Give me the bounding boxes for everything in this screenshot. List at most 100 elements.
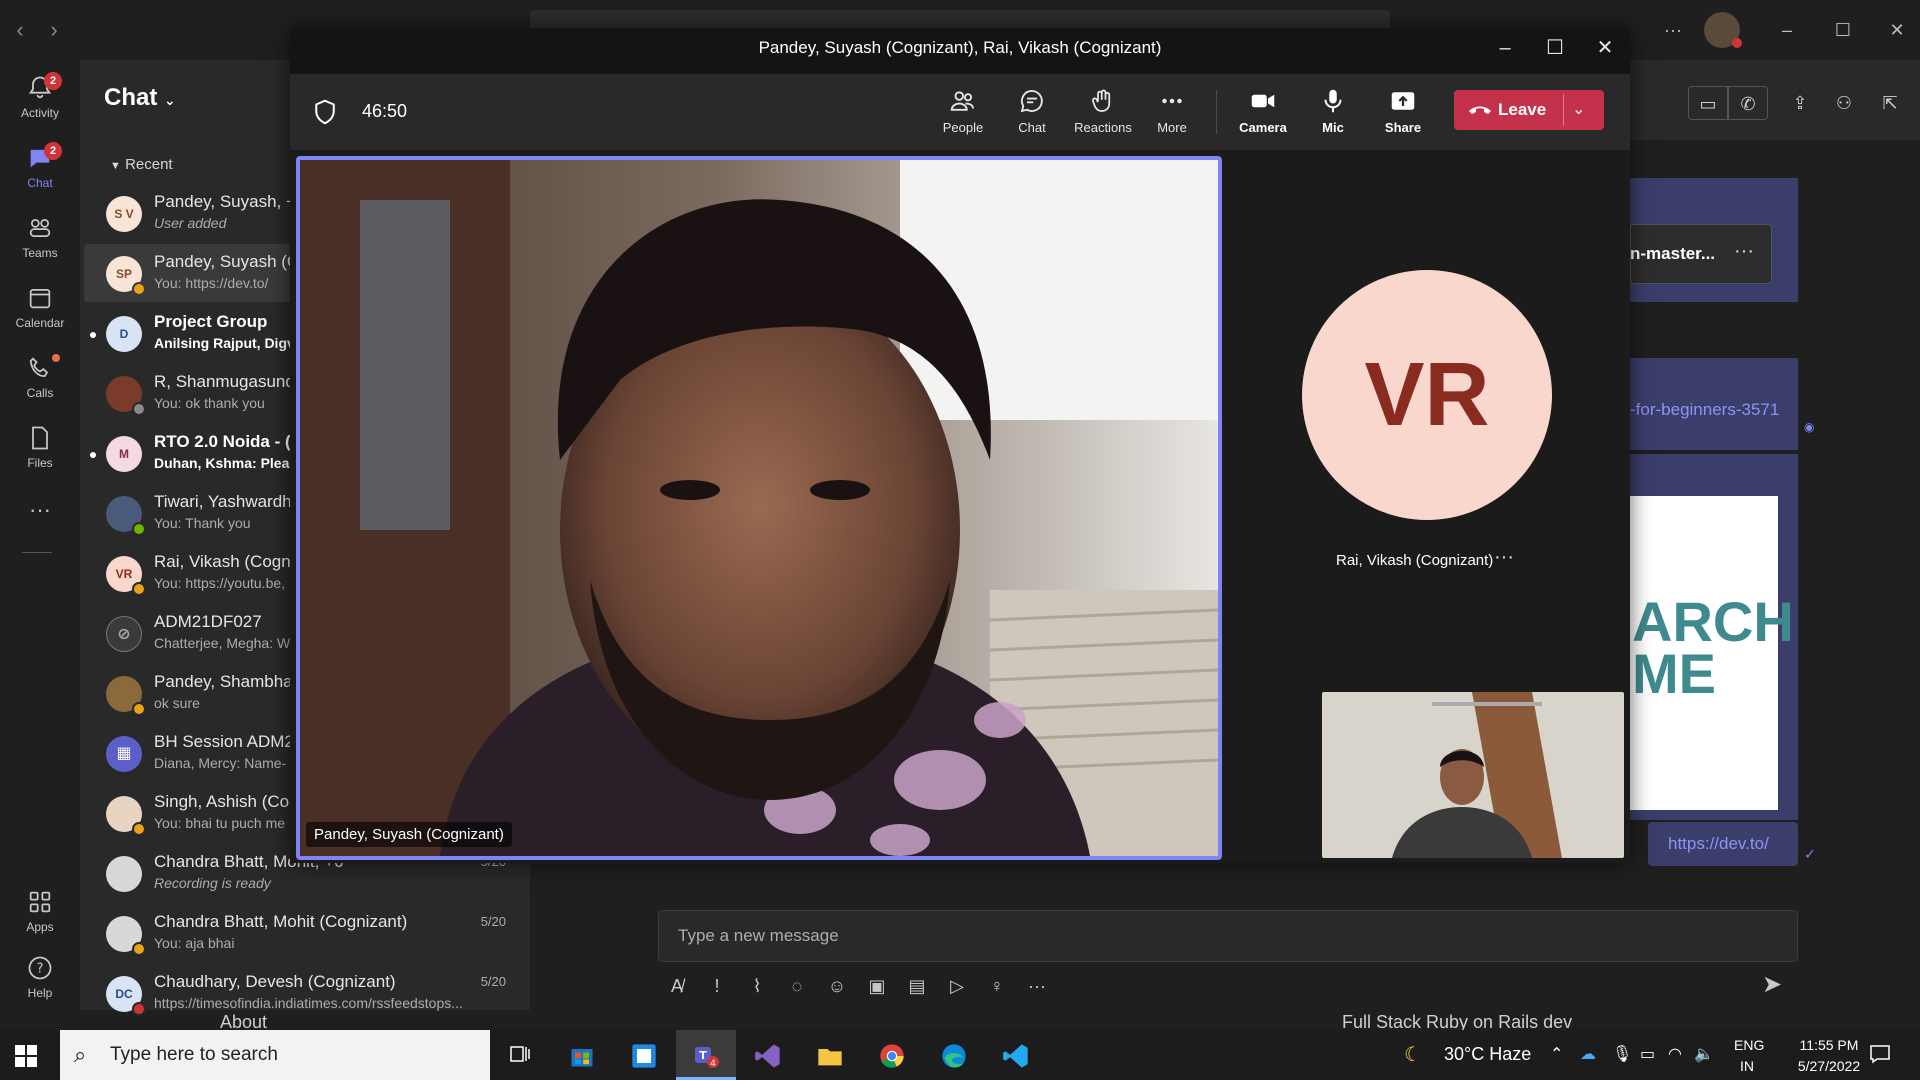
language-indicator[interactable]: ENG — [1734, 1037, 1764, 1053]
chat-name: Project Group — [154, 312, 268, 331]
rail-files[interactable]: Files — [0, 416, 80, 480]
store-icon — [571, 1049, 593, 1067]
video-call-icon[interactable]: ▭ — [1688, 86, 1728, 120]
stream-icon[interactable]: ▷ — [940, 972, 974, 1000]
schedule-meeting-icon[interactable]: ▤ — [900, 972, 934, 1000]
important-icon[interactable]: ! — [700, 972, 734, 1000]
chevron-down-icon: ⌄ — [164, 92, 176, 108]
leave-options-chevron-icon[interactable]: ⌄ — [1572, 99, 1585, 119]
add-people-icon[interactable]: ⚇ — [1824, 86, 1864, 120]
minimize-icon[interactable]: – — [1770, 16, 1804, 44]
folder-icon — [818, 1049, 842, 1066]
rail-calendar[interactable]: Calendar — [0, 276, 80, 340]
chat-name: Pandey, Shambhav — [154, 672, 302, 691]
wifi-icon[interactable]: ◠ — [1668, 1044, 1682, 1064]
battery-icon[interactable]: ▭ — [1640, 1044, 1655, 1064]
rail-apps[interactable]: Apps — [0, 880, 80, 944]
more-dots-icon — [1162, 98, 1182, 104]
more-options-icon[interactable]: ··· — [1656, 16, 1690, 44]
apps-grid-icon — [29, 891, 51, 913]
more-button[interactable]: More — [1137, 86, 1207, 142]
taskbar-visual-studio[interactable] — [738, 1030, 798, 1080]
maximize-icon[interactable]: ☐ — [1826, 16, 1860, 44]
participant-more-icon[interactable]: ··· — [1494, 546, 1514, 569]
chat-preview: Anilsing Rajput, Digv — [154, 335, 295, 351]
chat-name: Chaudhary, Devesh (Cognizant) — [154, 972, 396, 991]
taskbar-app-blue[interactable] — [614, 1030, 674, 1080]
taskbar-file-explorer[interactable] — [800, 1030, 860, 1080]
loop-icon[interactable]: ◌ — [780, 972, 814, 1000]
pop-out-icon[interactable]: ⇱ — [1870, 86, 1910, 120]
more-actions-icon[interactable]: ··· — [1020, 972, 1054, 1000]
meeting-minimize-icon[interactable]: – — [1488, 34, 1522, 62]
rail-teams[interactable]: Teams — [0, 206, 80, 270]
list-item[interactable]: Chandra Bhatt, Mohit (Cognizant) You: aj… — [84, 904, 530, 962]
praise-icon[interactable]: ♀ — [980, 972, 1014, 1000]
chat-list-title[interactable]: Chat ⌄ — [104, 84, 176, 112]
camera-button[interactable]: Camera — [1228, 86, 1298, 142]
avatar: S V — [106, 196, 142, 232]
taskbar-chrome[interactable] — [862, 1030, 922, 1080]
chat-name: ADM21DF027 — [154, 612, 262, 631]
calendar-icon — [29, 288, 51, 309]
taskbar-edge[interactable] — [924, 1030, 984, 1080]
onedrive-cloud-icon[interactable]: ☁ — [1580, 1044, 1596, 1064]
microphone-tray-icon[interactable]: 🎙 — [1612, 1044, 1632, 1064]
close-icon[interactable]: ✕ — [1880, 16, 1914, 44]
windows-start-icon[interactable] — [14, 1044, 38, 1068]
rail-calls[interactable]: Calls — [0, 346, 80, 410]
back-arrow-icon[interactable]: ‹ — [10, 18, 30, 42]
taskbar-teams[interactable]: T4 — [676, 1030, 736, 1080]
people-button[interactable]: People — [928, 86, 998, 142]
meeting-close-icon[interactable]: ✕ — [1588, 34, 1622, 62]
rail-label: Teams — [22, 246, 58, 260]
task-view-button[interactable] — [490, 1030, 550, 1080]
taskbar-store[interactable] — [552, 1030, 612, 1080]
taskbar-vscode[interactable] — [986, 1030, 1046, 1080]
forward-arrow-icon[interactable]: › — [44, 18, 64, 42]
rail-label: Apps — [26, 920, 54, 934]
more-apps-icon[interactable]: ··· — [0, 490, 80, 554]
notification-center-icon[interactable] — [1868, 1042, 1892, 1066]
main-video-tile[interactable] — [296, 156, 1222, 860]
mic-button[interactable]: Mic — [1298, 86, 1368, 142]
send-icon[interactable]: ➤ — [1762, 970, 1782, 999]
message-link[interactable]: -for-beginners-3571 — [1630, 400, 1779, 420]
away-status-icon — [132, 822, 146, 836]
meeting-chat-button[interactable]: Chat — [997, 86, 1067, 142]
chevron-up-icon[interactable]: ⌃ — [1550, 1044, 1563, 1064]
audio-call-icon[interactable]: ✆ — [1728, 86, 1768, 120]
calls-notification-dot — [52, 354, 60, 362]
message-link[interactable]: https://dev.to/ — [1668, 834, 1769, 854]
share-button[interactable]: Share — [1368, 86, 1438, 142]
activity-badge: 2 — [44, 72, 62, 90]
file-more-icon[interactable]: ··· — [1734, 240, 1754, 263]
format-icon[interactable]: A̸ — [660, 972, 694, 1000]
participant-name-label: Rai, Vikash (Cognizant) — [1336, 552, 1494, 569]
avatar: M — [106, 436, 142, 472]
chat-name: Rai, Vikash (Cogni — [154, 552, 295, 571]
rail-activity[interactable]: Activity 2 — [0, 66, 80, 130]
chat-preview: You: bhai tu puch me — [154, 815, 286, 831]
list-item[interactable]: DC Chaudhary, Devesh (Cognizant) https:/… — [84, 964, 530, 1022]
emoji-icon[interactable]: ☺ — [820, 972, 854, 1000]
recent-section-header[interactable]: ▼ Recent — [110, 156, 173, 173]
volume-icon[interactable]: 🔈 — [1694, 1044, 1714, 1064]
toolbar-label: Camera — [1239, 120, 1287, 135]
rail-chat[interactable]: Chat 2 — [0, 136, 80, 200]
shield-icon[interactable] — [310, 96, 340, 128]
meeting-maximize-icon[interactable]: ☐ — [1538, 34, 1572, 62]
clock-time[interactable]: 11:55 PM — [1784, 1037, 1874, 1053]
attach-icon[interactable]: ⌇ — [740, 972, 774, 1000]
self-video — [1322, 692, 1624, 858]
chat-date: 5/20 — [480, 914, 506, 929]
reactions-button[interactable]: Reactions — [1067, 86, 1139, 142]
share-screen-icon[interactable]: ⇪ — [1780, 86, 1820, 120]
rail-help[interactable]: ? Help — [0, 946, 80, 1010]
toolbar-label: Mic — [1322, 120, 1344, 135]
gif-sticker-icon[interactable]: ▣ — [860, 972, 894, 1000]
weather-text[interactable]: 30°C Haze — [1444, 1044, 1531, 1065]
self-view-tile[interactable] — [1322, 692, 1624, 858]
chat-preview: You: Thank you — [154, 515, 251, 531]
chat-preview: Diana, Mercy: Name- — [154, 755, 287, 771]
